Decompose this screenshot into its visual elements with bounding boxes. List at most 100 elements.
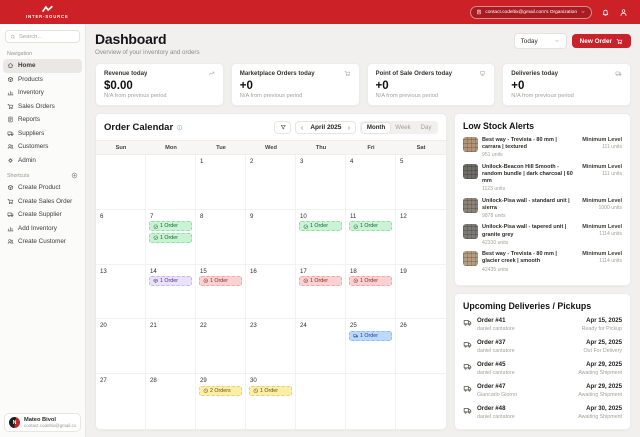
stat-delta: N/A from previous period [240,93,351,99]
calendar-day-cell[interactable]: 23 [246,319,296,374]
calendar-day-cell[interactable]: 11 1 Order [346,210,396,265]
low-stock-item[interactable]: Best way - Trevista - 80 mm | carrara | … [463,137,622,158]
calendar-day-cell[interactable]: 3 [296,155,346,210]
sidebar-item-sales-orders[interactable]: Sales Orders [3,100,82,114]
weekday-label: Mon [146,141,196,154]
calendar-filter-button[interactable] [274,121,291,134]
calendar-day-cell[interactable]: 30 1 Order [246,374,296,429]
sidebar-item-suppliers[interactable]: Suppliers [3,127,82,141]
minimum-level-value: 1114 units [578,258,622,264]
sidebar-search[interactable] [5,30,80,43]
calendar-day-cell[interactable]: 16 [246,265,296,320]
calendar-day-cell[interactable]: 20 [96,319,146,374]
delivery-item[interactable]: Order #48 daniel cantatore Apr 30, 2025 … [463,405,622,420]
calendar-day-cell[interactable]: 6 [96,210,146,265]
minimum-level-value: 1000 units [578,205,622,211]
calendar-day-cell[interactable]: 15 1 Order [196,265,246,320]
check-circle-icon [153,235,159,241]
shortcut-item-label: Create Product [18,184,60,191]
calendar-event-chip[interactable]: 1 Order [299,276,342,286]
product-units: 9878 units [482,213,574,219]
calendar-day-cell[interactable] [146,155,196,210]
shortcut-item-add-inventory[interactable]: Add Inventory [3,222,82,236]
calendar-day-cell[interactable]: 24 [296,319,346,374]
delivery-item[interactable]: Order #41 daniel cantatore Apr 15, 2025 … [463,317,622,332]
sidebar-item-home[interactable]: Home [3,59,82,73]
new-order-button[interactable]: New Order [572,34,631,48]
info-icon[interactable] [176,124,183,131]
calendar-day-cell[interactable]: 29 2 Orders [196,374,246,429]
calendar-day-cell[interactable]: 26 [396,319,446,374]
view-option-day[interactable]: Day [416,123,437,133]
calendar-event-chip[interactable]: 1 Order [199,276,242,286]
calendar-day-cell[interactable] [396,374,446,429]
calendar-day-cell[interactable]: 12 [396,210,446,265]
low-stock-item[interactable]: Unilock-Pisa wall - standard unit | sier… [463,198,622,219]
delivery-customer: Giancarlo Giorno [477,392,517,398]
minimum-level-label: Minimum Level [578,164,622,170]
truck-icon [615,70,622,77]
low-stock-item[interactable]: Unilock-Beacon Hill Smooth - random bund… [463,164,622,192]
minimum-level-value: 1114 units [578,231,622,237]
calendar-day-cell[interactable]: 14 1 Order [146,265,196,320]
calendar-day-cell[interactable]: 17 1 Order [296,265,346,320]
view-option-week[interactable]: Week [390,123,415,133]
calendar-day-cell[interactable] [296,374,346,429]
shortcut-item-create-product[interactable]: Create Product [3,181,82,195]
shortcut-item-create-customer[interactable]: Create Customer [3,235,82,249]
low-stock-item[interactable]: Unilock-Pisa wall - tapered unit | grani… [463,224,622,245]
delivery-item[interactable]: Order #47 Giancarlo Giorno Apr 29, 2025 … [463,383,622,398]
calendar-day-cell[interactable] [96,155,146,210]
calendar-day-cell[interactable]: 9 [246,210,296,265]
calendar-event-chip[interactable]: 1 Order [149,276,192,286]
truck-icon [463,362,472,371]
calendar-day-cell[interactable]: 21 [146,319,196,374]
calendar-event-chip[interactable]: 1 Order [299,221,342,231]
delivery-item[interactable]: Order #45 daniel cantatore Apr 29, 2025 … [463,361,622,376]
calendar-event-chip[interactable]: 1 Order [349,276,392,286]
date-range-select[interactable]: Today [514,33,567,49]
calendar-day-cell[interactable]: 25 1 Order [346,319,396,374]
calendar-event-chip[interactable]: 1 Order [349,221,392,231]
calendar-day-cell[interactable]: 18 1 Order [346,265,396,320]
next-month-button[interactable] [346,125,352,131]
prev-month-button[interactable] [299,125,305,131]
calendar-day-cell[interactable]: 8 [196,210,246,265]
shortcut-item-create-sales-order[interactable]: Create Sales Order [3,195,82,209]
calendar-day-cell[interactable]: 5 [396,155,446,210]
shortcut-item-create-supplier[interactable]: Create Supplier [3,208,82,222]
sidebar-item-admin[interactable]: Admin [3,154,82,168]
add-shortcut-plus-icon[interactable] [71,172,78,179]
calendar-day-cell[interactable]: 22 [196,319,246,374]
calendar-day-cell[interactable]: 2 [246,155,296,210]
cart-icon [7,103,14,110]
calendar-day-cell[interactable]: 27 [96,374,146,429]
low-stock-item[interactable]: Best way - Trevista - 80 mm | glacier cr… [463,251,622,272]
calendar-event-chip[interactable]: 1 Order [149,233,192,243]
view-option-month[interactable]: Month [362,123,390,133]
calendar-day-cell[interactable]: 19 [396,265,446,320]
calendar-event-chip[interactable]: 1 Order [249,386,292,396]
calendar-day-cell[interactable]: 4 [346,155,396,210]
calendar-day-cell[interactable] [346,374,396,429]
notifications-bell-icon[interactable] [601,8,610,17]
calendar-day-cell[interactable]: 7 1 Order 1 Order [146,210,196,265]
search-input[interactable] [19,34,75,40]
user-menu[interactable]: N Mateo Bivol contact.codeltix@gmail.com [4,413,81,432]
app-logo[interactable]: INTER-SOURCE [26,5,69,19]
account-person-icon[interactable] [619,8,628,17]
calendar-event-chip[interactable]: 1 Order [149,221,192,231]
stat-value: +0 [240,80,351,92]
organization-switcher[interactable]: contact.codeltix@gmail.com's Organizatio… [470,6,592,19]
sidebar-item-reports[interactable]: Reports [3,113,82,127]
calendar-day-cell[interactable]: 1 [196,155,246,210]
delivery-item[interactable]: Order #37 daniel cantatore Apr 25, 2025 … [463,339,622,354]
calendar-day-cell[interactable]: 10 1 Order [296,210,346,265]
calendar-event-chip[interactable]: 2 Orders [199,386,242,396]
sidebar-item-customers[interactable]: Customers [3,140,82,154]
calendar-day-cell[interactable]: 13 [96,265,146,320]
sidebar-item-inventory[interactable]: Inventory [3,86,82,100]
sidebar-item-products[interactable]: Products [3,73,82,87]
calendar-day-cell[interactable]: 28 [146,374,196,429]
calendar-event-chip[interactable]: 1 Order [349,331,392,341]
